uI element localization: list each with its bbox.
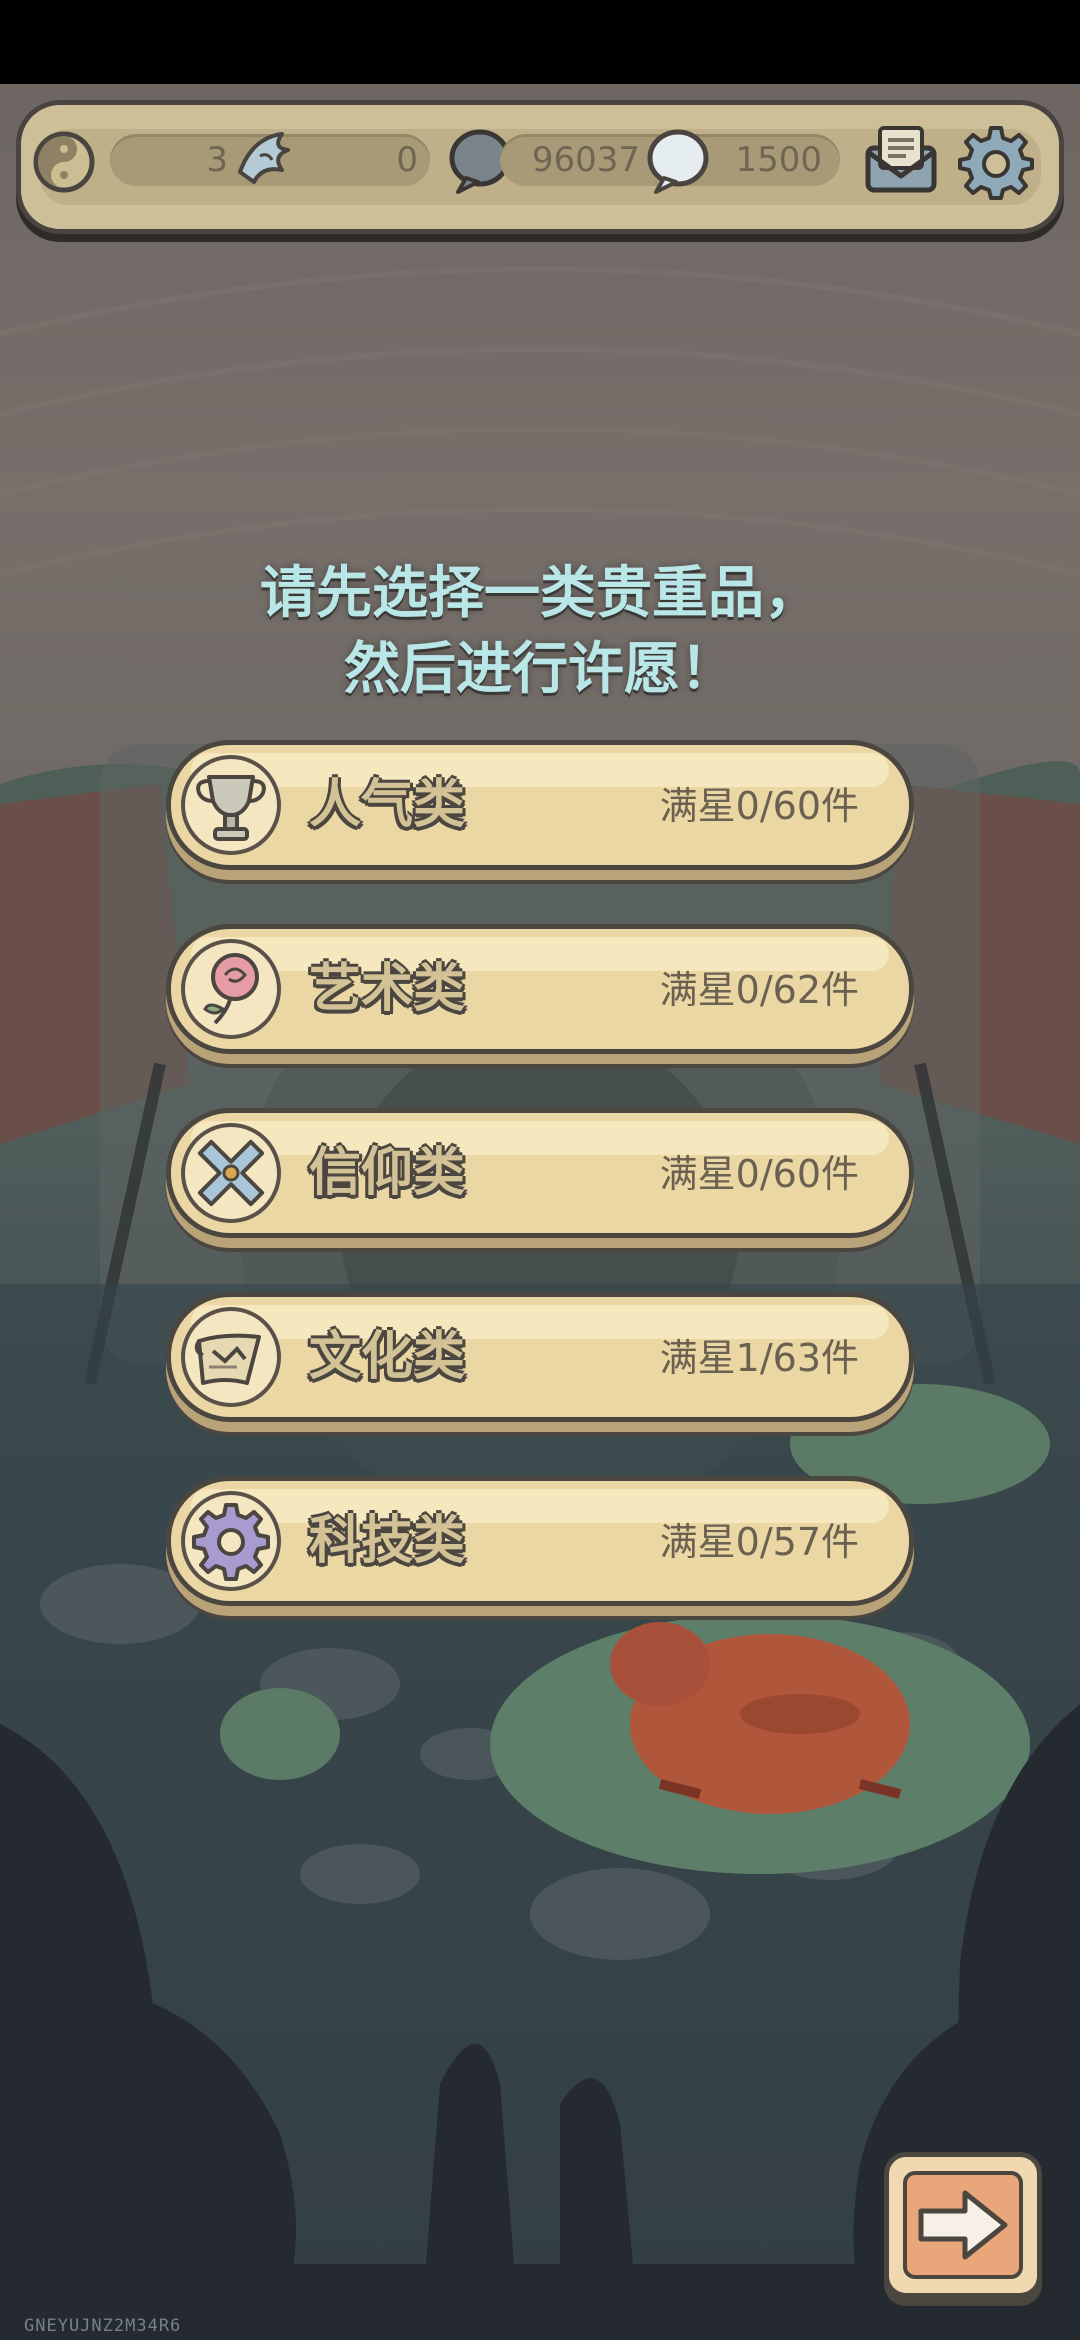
category-label: 文化类: [309, 1327, 466, 1387]
cross-icon: [181, 1123, 281, 1223]
category-count: 满星0/57件: [659, 1520, 859, 1564]
instruction-line-1: 请先选择一类贵重品，: [260, 561, 820, 626]
trophy-icon: [181, 755, 281, 855]
resource-value-3: 96037: [531, 140, 640, 180]
game-screen: 3 0 96037 1500 请先选择一类贵重品， 然后进行许愿！ 人气类 满星…: [0, 0, 1080, 2340]
swirl-wing-icon: [232, 126, 302, 194]
instruction-line-2: 然后进行许愿！: [344, 637, 736, 702]
resource-value-4: 1500: [735, 140, 822, 180]
category-button-art[interactable]: 艺术类 满星0/62件: [166, 924, 914, 1054]
rose-icon: [181, 939, 281, 1039]
category-count: 满星1/63件: [659, 1336, 859, 1380]
category-count: 满星0/60件: [659, 1152, 859, 1196]
category-count: 满星0/62件: [659, 968, 859, 1012]
category-button-culture[interactable]: 文化类 满星1/63件: [166, 1292, 914, 1422]
category-button-faith[interactable]: 信仰类 满星0/60件: [166, 1108, 914, 1238]
scroll-icon: [181, 1307, 281, 1407]
status-bar: [0, 0, 1080, 84]
watermark: GNEYUJNZ2M34R6: [24, 2316, 182, 2336]
speech-bubble-light-icon: [644, 128, 712, 200]
cog-icon: [181, 1491, 281, 1591]
category-button-popularity[interactable]: 人气类 满星0/60件: [166, 740, 914, 870]
resource-value-2: 0: [396, 140, 418, 180]
instruction-text: 请先选择一类贵重品， 然后进行许愿！: [0, 556, 1080, 708]
arrow-right-icon: [918, 2190, 1008, 2260]
category-count: 满星0/60件: [659, 784, 859, 828]
next-button[interactable]: [884, 2152, 1042, 2298]
gear-icon[interactable]: [958, 124, 1034, 204]
category-label: 信仰类: [309, 1143, 466, 1203]
mail-icon[interactable]: [862, 122, 940, 200]
yin-yang-icon[interactable]: [32, 130, 96, 198]
resource-value-1: 3: [206, 140, 228, 180]
category-label: 人气类: [309, 775, 466, 835]
category-label: 艺术类: [309, 959, 466, 1019]
category-label: 科技类: [309, 1511, 466, 1571]
category-button-technology[interactable]: 科技类 满星0/57件: [166, 1476, 914, 1606]
